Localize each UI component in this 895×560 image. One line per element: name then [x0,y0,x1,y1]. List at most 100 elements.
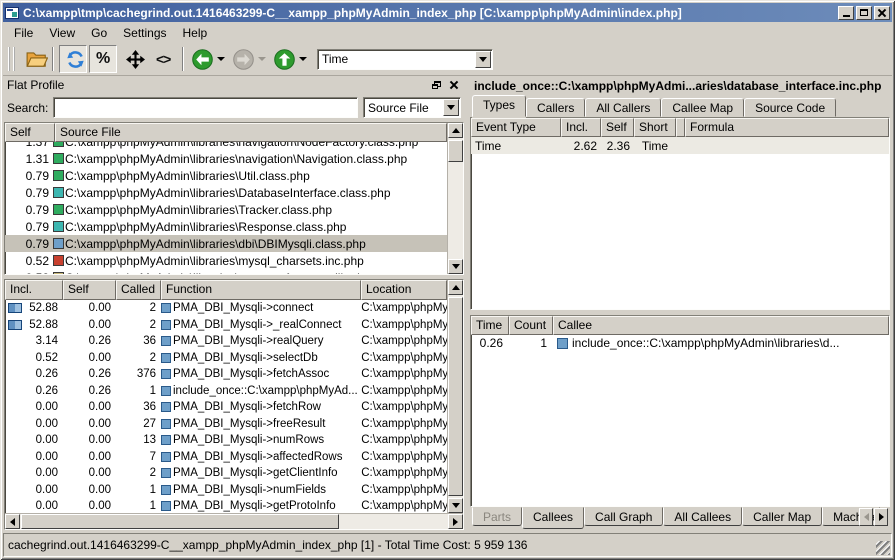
table-row[interactable]: 0.00 0.00 7 PMA_DBI_Mysqli->affectedRows… [5,449,447,466]
scrollbar-thumb[interactable] [21,514,339,529]
resize-grip[interactable] [876,541,890,555]
column-header-self[interactable]: Self [601,118,634,137]
column-header-self[interactable]: Self [5,123,55,142]
dock-title-bar[interactable]: Flat Profile [3,76,465,93]
menu-file[interactable]: File [7,24,40,42]
back-dropdown-icon[interactable] [217,57,225,61]
table-row[interactable]: 0.52 0.00 2 PMA_DBI_Mysqli->selectDb C:\… [5,350,447,367]
list-item[interactable]: 0.52 C:\xampp\phpMyAdmin\libraries\user_… [5,269,447,274]
tab-all-callers[interactable]: All Callers [585,98,661,117]
table-row[interactable]: 0.26 0.26 376 PMA_DBI_Mysqli->fetchAssoc… [5,366,447,383]
triangle-right-icon [453,518,458,526]
back-button[interactable] [190,47,227,72]
table-row[interactable]: 0.00 0.00 36 PMA_DBI_Mysqli->fetchRow C:… [5,399,447,416]
combobox-arrow-button[interactable] [443,99,459,116]
list-item[interactable]: 0.79 C:\xampp\phpMyAdmin\libraries\Respo… [5,218,447,235]
toolbar-drag-handle[interactable] [8,47,15,71]
minimize-button[interactable] [838,6,854,20]
up-dropdown-icon[interactable] [299,57,307,61]
function-icon [161,353,171,363]
vertical-scrollbar[interactable] [447,123,463,274]
up-button[interactable] [272,47,309,72]
scroll-down-button[interactable] [448,498,463,513]
close-icon [878,9,886,16]
table-row[interactable]: 0.00 0.00 27 PMA_DBI_Mysqli->freeResult … [5,416,447,433]
dock-float-button[interactable] [429,78,444,92]
tab-caller-map[interactable]: Caller Map [742,507,822,526]
scrollbar-thumb[interactable] [448,297,463,496]
table-row[interactable]: 0.00 0.00 1 PMA_DBI_Mysqli->numFields C:… [5,482,447,499]
group-by-combobox[interactable]: Source File [363,97,461,118]
column-header-callee[interactable]: Callee [553,316,889,335]
expand-arrows-button[interactable] [119,45,147,73]
list-item[interactable]: 1.37 C:\xampp\phpMyAdmin\libraries\navig… [5,142,447,150]
tab-source-code[interactable]: Source Code [744,98,836,117]
table-row[interactable]: 3.14 0.26 36 PMA_DBI_Mysqli->realQuery C… [5,333,447,350]
close-button[interactable] [874,6,890,20]
tab-types[interactable]: Types [472,95,526,117]
tab-scroll-left-button[interactable] [859,508,873,526]
column-header-incl[interactable]: Incl. [561,118,601,137]
tab-all-callees[interactable]: All Callees [663,507,742,526]
list-item[interactable]: 0.52 C:\xampp\phpMyAdmin\libraries\mysql… [5,252,447,269]
tab-callee-map[interactable]: Callee Map [661,98,744,117]
column-header-source-file[interactable]: Source File [55,123,447,142]
table-row[interactable]: 0.00 0.00 1 PMA_DBI_Mysqli->getProtoInfo… [5,498,447,513]
tab-call-graph[interactable]: Call Graph [584,507,663,526]
reload-button[interactable] [59,45,87,73]
table-row[interactable]: Time 2.62 2.36 Time [471,137,889,154]
column-header-formula[interactable]: Formula [685,118,889,137]
maximize-button[interactable] [856,6,872,20]
column-header-location[interactable]: Location [361,280,447,300]
scroll-left-button[interactable] [5,514,20,529]
table-row[interactable]: 52.88 0.00 2 PMA_DBI_Mysqli->_realConnec… [5,317,447,334]
scroll-up-button[interactable] [448,123,463,138]
forward-button[interactable] [231,47,268,72]
scroll-right-button[interactable] [448,514,463,529]
list-item[interactable]: 0.79 C:\xampp\phpMyAdmin\libraries\Track… [5,201,447,218]
list-item[interactable]: 1.31 C:\xampp\phpMyAdmin\libraries\navig… [5,150,447,167]
search-input[interactable] [53,97,358,118]
tab-scroll-right-button[interactable] [874,508,888,526]
table-row[interactable]: 0.00 0.00 2 PMA_DBI_Mysqli->getClientInf… [5,465,447,482]
tab-callers[interactable]: Callers [526,98,585,117]
column-header-spacer[interactable] [676,118,685,137]
open-file-button[interactable] [19,45,47,73]
scroll-up-button[interactable] [448,280,463,295]
list-item[interactable]: 0.79 C:\xampp\phpMyAdmin\libraries\Datab… [5,184,447,201]
forward-dropdown-icon[interactable] [258,57,266,61]
title-bar[interactable]: C:\xampp\tmp\cachegrind.out.1416463299-C… [3,3,892,22]
column-header-called[interactable]: Called [116,280,161,300]
column-header-event-type[interactable]: Event Type [471,118,561,137]
scrollbar-thumb[interactable] [448,140,463,162]
horizontal-scrollbar[interactable] [5,513,463,529]
table-row[interactable]: 0.00 0.00 13 PMA_DBI_Mysqli->numRows C:\… [5,432,447,449]
menu-go[interactable]: Go [84,24,114,42]
menu-view[interactable]: View [42,24,82,42]
source-file-icon [53,238,64,249]
column-header-function[interactable]: Function [161,280,361,300]
dock-close-button[interactable] [446,78,461,92]
column-header-count[interactable]: Count [509,316,553,335]
table-row[interactable]: 0.26 0.26 1 include_once::C:\xampp\phpMy… [5,383,447,400]
column-header-incl[interactable]: Incl. [5,280,63,300]
event-type-combobox[interactable]: Time [317,49,493,70]
table-row[interactable]: 0.26 1 include_once::C:\xampp\phpMyAdmin… [471,335,889,352]
column-header-self[interactable]: Self [63,280,116,300]
callees-table: Time Count Callee 0.26 1 include_once::C… [470,315,890,508]
column-header-time[interactable]: Time [471,316,509,335]
combobox-arrow-button[interactable] [475,51,491,68]
percent-toggle-button[interactable]: % [89,45,117,73]
list-item-selected[interactable]: 0.79 C:\xampp\phpMyAdmin\libraries\dbi\D… [5,235,447,252]
up-icon [274,49,295,70]
menu-settings[interactable]: Settings [116,24,173,42]
list-item[interactable]: 0.79 C:\xampp\phpMyAdmin\libraries\Util.… [5,167,447,184]
scroll-down-button[interactable] [448,259,463,274]
table-row[interactable]: 52.88 0.00 2 PMA_DBI_Mysqli->connect C:\… [5,300,447,317]
function-icon [161,320,171,330]
vertical-scrollbar[interactable] [447,280,463,513]
detail-cycle-button[interactable]: <> [149,45,177,73]
menu-help[interactable]: Help [176,24,215,42]
tab-callees[interactable]: Callees [522,507,584,529]
column-header-short[interactable]: Short [634,118,676,137]
